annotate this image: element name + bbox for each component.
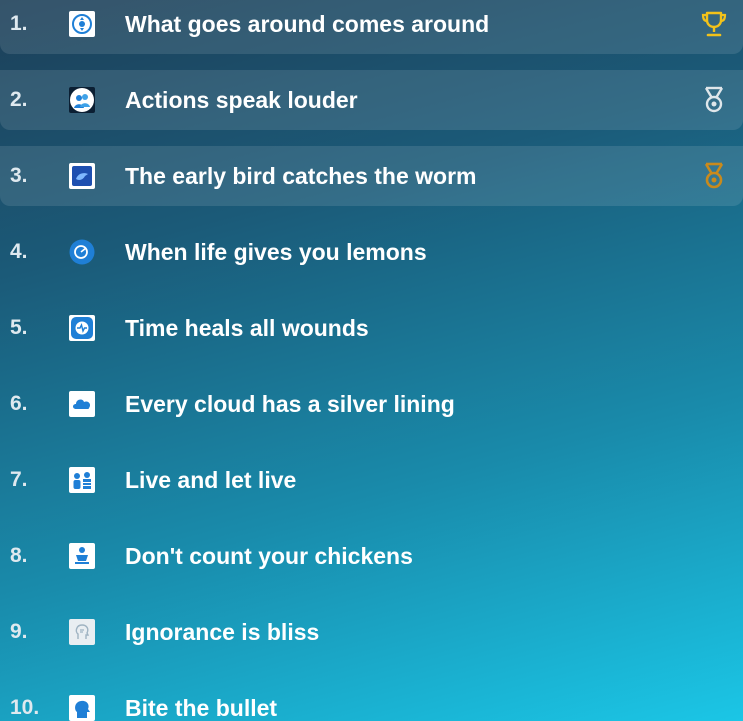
item-title: What goes around comes around — [125, 10, 490, 37]
chicken-icon — [69, 543, 95, 569]
rank-number: 6. — [10, 392, 28, 415]
medal-bronze-icon — [701, 162, 727, 190]
rank-number: 10. — [10, 696, 40, 719]
item-title: Bite the bullet — [125, 694, 278, 721]
list-item[interactable]: 1. What goes around comes around — [0, 0, 743, 54]
item-title: Ignorance is bliss — [125, 618, 320, 645]
lemon-icon — [69, 239, 95, 265]
head-silhouette-icon — [69, 695, 95, 721]
head-outline-icon — [69, 619, 95, 645]
list-item[interactable]: 3. The early bird catches the worm — [0, 146, 743, 206]
item-title: Every cloud has a silver lining — [125, 390, 455, 417]
rank-number: 1. — [10, 12, 28, 35]
bird-icon — [69, 163, 95, 189]
list-item[interactable]: 10. Bite the bullet — [0, 678, 743, 721]
trophy-gold-icon — [701, 10, 727, 38]
item-title: Don't count your chickens — [125, 542, 413, 569]
list-item[interactable]: 8. Don't count your chickens — [0, 526, 743, 586]
item-title: Actions speak louder — [125, 86, 358, 113]
rank-number: 4. — [10, 240, 28, 263]
leaderboard-list: 1. What goes around comes around 2. Acti… — [0, 0, 743, 721]
list-item[interactable]: 6. Every cloud has a silver lining — [0, 374, 743, 434]
list-item[interactable]: 4. When life gives you lemons — [0, 222, 743, 282]
people-circle-icon — [69, 87, 95, 113]
rank-number: 7. — [10, 468, 28, 491]
item-title: The early bird catches the worm — [125, 162, 477, 189]
rank-number: 3. — [10, 164, 28, 187]
list-item[interactable]: 2. Actions speak louder — [0, 70, 743, 130]
rank-number: 5. — [10, 316, 28, 339]
item-title: Live and let live — [125, 466, 297, 493]
medal-silver-icon — [701, 86, 727, 114]
cloud-icon — [69, 391, 95, 417]
rank-number: 8. — [10, 544, 28, 567]
item-title: Time heals all wounds — [125, 314, 369, 341]
people-icon — [69, 467, 95, 493]
rank-number: 2. — [10, 88, 28, 111]
list-item[interactable]: 9. Ignorance is bliss — [0, 602, 743, 662]
item-title: When life gives you lemons — [125, 238, 427, 265]
list-item[interactable]: 7. Live and let live — [0, 450, 743, 510]
clock-icon — [69, 315, 95, 341]
list-item[interactable]: 5. Time heals all wounds — [0, 298, 743, 358]
circular-arrows-icon — [69, 11, 95, 37]
rank-number: 9. — [10, 620, 28, 643]
